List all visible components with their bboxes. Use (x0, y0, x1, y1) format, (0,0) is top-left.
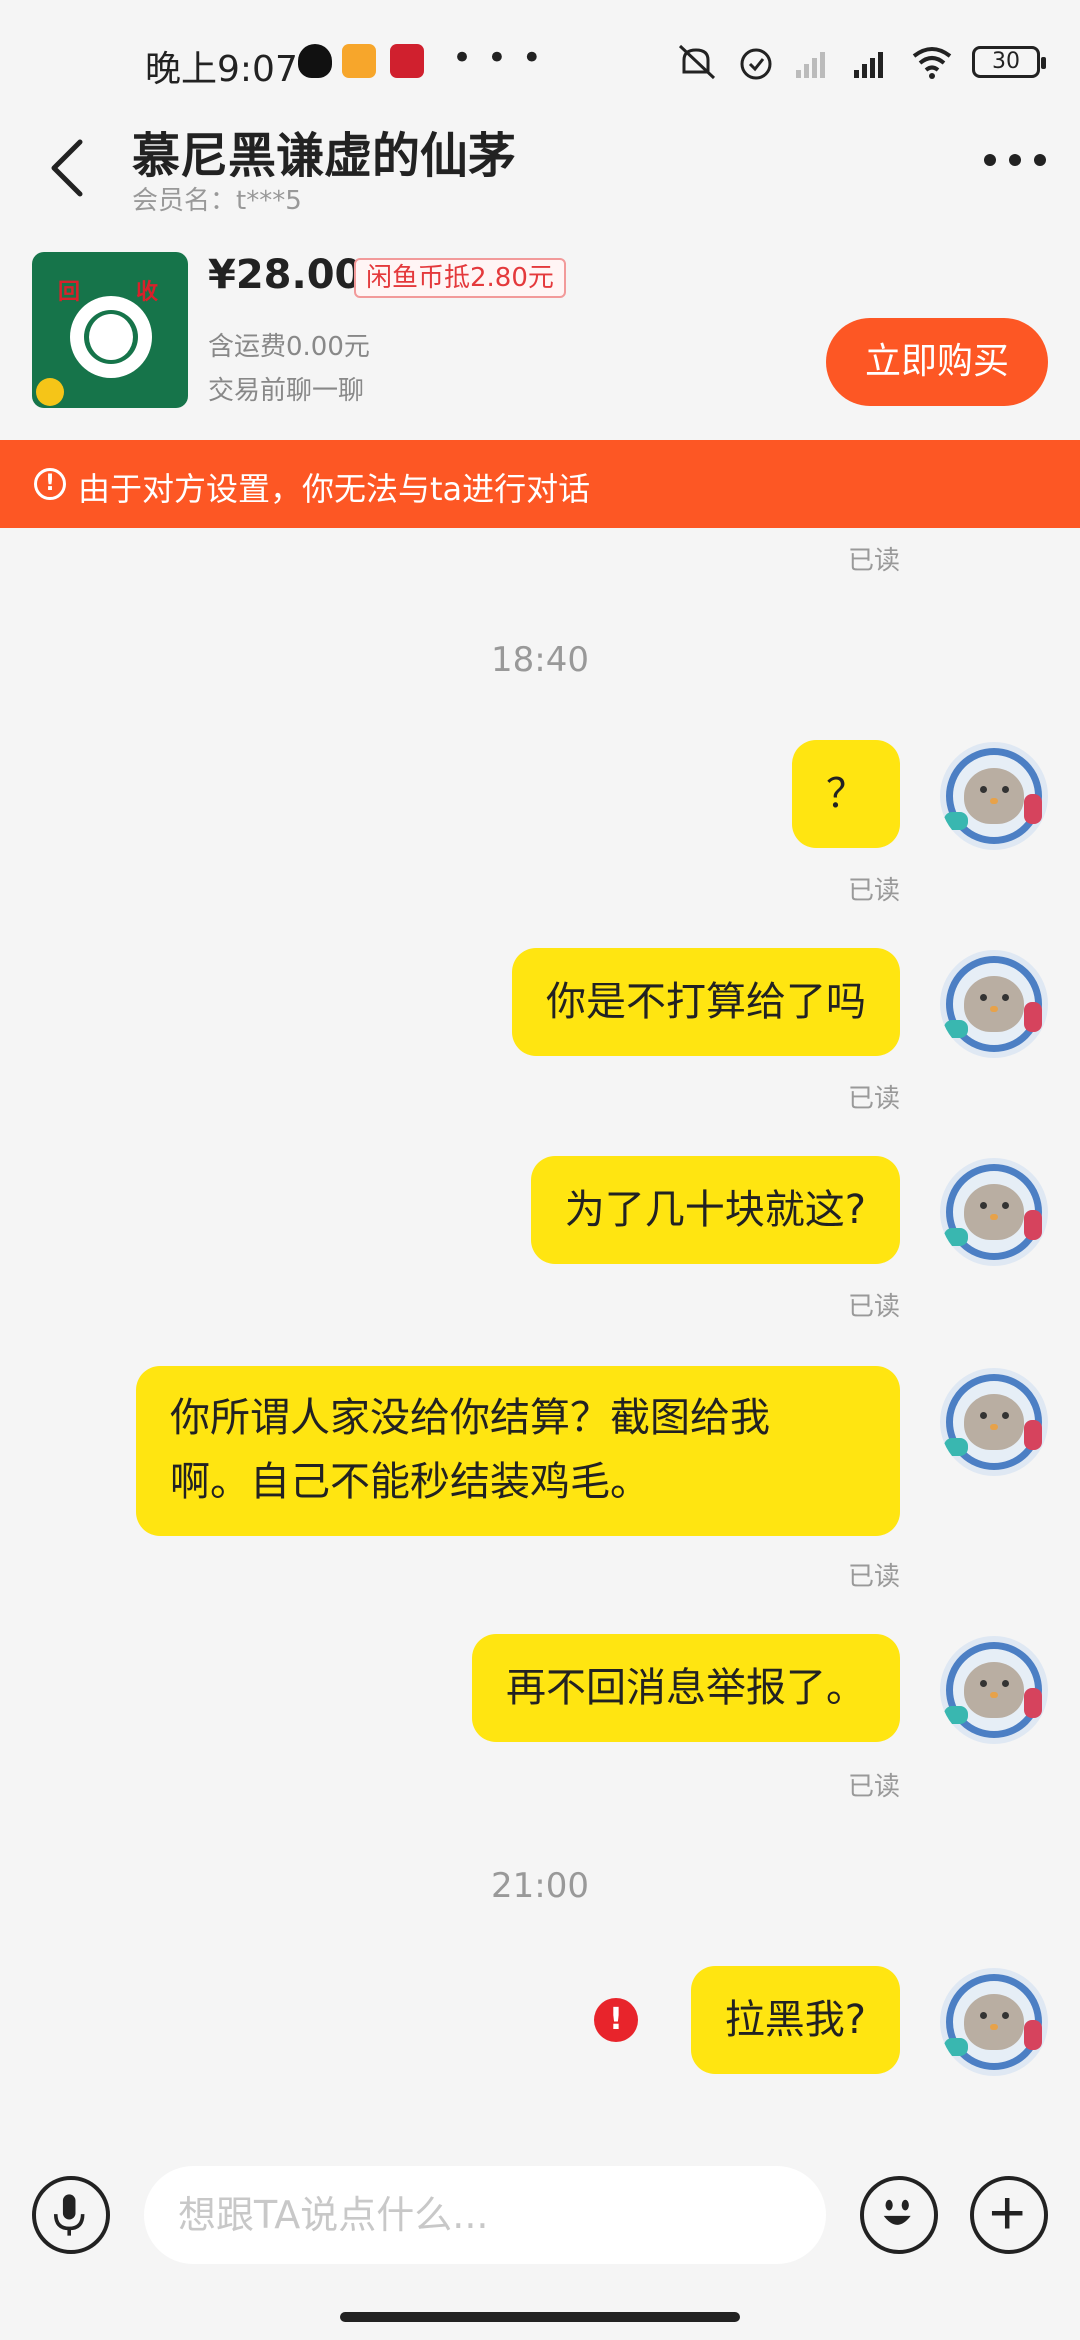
chat-header: 慕尼黑谦虚的仙茅 会员名：t***5 (0, 100, 1080, 230)
warning-icon: ! (34, 468, 66, 500)
chat-screen: 晚上9:07 • • • 30 慕尼黑谦虚的仙茅 会员名：t***5 回 收 ¥… (0, 0, 1080, 2340)
more-options-icon[interactable] (980, 140, 1050, 180)
message-input[interactable]: 想跟TA说点什么... (144, 2166, 826, 2264)
read-receipt: 已读 (847, 1292, 900, 1322)
message-bubble[interactable]: 再不回消息举报了。 (472, 1634, 900, 1742)
qq-icon (298, 44, 332, 78)
thumb-text-right: 收 (136, 280, 159, 305)
message-bubble[interactable]: 你所谓人家没给你结算？截图给我 啊。自己不能秒结装鸡毛。 (136, 1366, 900, 1536)
home-indicator[interactable] (340, 2312, 740, 2322)
shipping-fee: 含运费0.00元 (208, 332, 370, 362)
user-avatar[interactable] (940, 742, 1048, 850)
read-receipt: 已读 (847, 1772, 900, 1802)
user-avatar[interactable] (940, 1158, 1048, 1266)
user-avatar[interactable] (940, 1636, 1048, 1744)
user-avatar[interactable] (940, 950, 1048, 1058)
message-line: 啊。自己不能秒结装鸡毛。 (170, 1459, 650, 1505)
message-bubble[interactable]: 你是不打算给了吗 (512, 948, 900, 1056)
microphone-icon[interactable] (32, 2176, 110, 2254)
buy-now-button[interactable]: 立即购买 (826, 318, 1048, 406)
blocked-warning-banner: ! 由于对方设置，你无法与ta进行对话 (0, 440, 1080, 528)
message-bubble[interactable]: 为了几十块就这? (530, 1156, 900, 1264)
back-arrow-icon[interactable] (38, 128, 98, 208)
read-receipt: 已读 (847, 876, 900, 906)
message-app-icon (342, 44, 376, 78)
message-line: 你所谓人家没给你结算？截图给我 (170, 1395, 770, 1441)
product-thumbnail[interactable]: 回 收 (32, 252, 188, 408)
signal-sim2-icon (796, 52, 825, 78)
contact-name: 慕尼黑谦虚的仙茅 (132, 128, 517, 184)
warning-text: 由于对方设置，你无法与ta进行对话 (78, 470, 591, 508)
more-notifications-icon: • • • (452, 38, 544, 78)
siren-face (89, 314, 133, 360)
plus-icon[interactable] (970, 2176, 1048, 2254)
status-time: 晚上9:07 (145, 49, 298, 90)
message-bubble[interactable]: 拉黑我? (690, 1966, 900, 2074)
mute-icon (678, 44, 716, 80)
input-bar: 想跟TA说点什么... (0, 2160, 1080, 2268)
product-card: 回 收 ¥28.00 闲鱼币抵2.80元 含运费0.00元 交易前聊一聊 立即购… (0, 240, 1080, 440)
message-bubble[interactable]: ？ (792, 740, 900, 848)
signal-icon (854, 52, 883, 78)
coin-discount-badge: 闲鱼币抵2.80元 (354, 258, 566, 298)
emoji-sticker-icon (36, 378, 64, 406)
price: ¥28.00 (208, 252, 363, 298)
shopping-app-icon (390, 44, 424, 78)
battery-icon: 30 (972, 46, 1046, 78)
timestamp: 21:00 (491, 1866, 589, 1906)
send-failed-icon[interactable]: ! (594, 1998, 638, 2042)
timestamp: 18:40 (491, 640, 589, 680)
status-right: 30 (674, 40, 1046, 84)
user-avatar[interactable] (940, 1968, 1048, 2076)
user-avatar[interactable] (940, 1368, 1048, 1476)
thumb-text-left: 回 (58, 280, 81, 305)
read-receipt: 已读 (847, 1562, 900, 1592)
read-receipt: 已读 (847, 546, 900, 576)
chat-prompt: 交易前聊一聊 (208, 376, 365, 406)
emoji-icon[interactable] (860, 2176, 938, 2254)
wifi-icon (912, 47, 952, 79)
member-id: 会员名：t***5 (132, 186, 302, 216)
alarm-icon (740, 48, 772, 80)
read-receipt: 已读 (847, 1084, 900, 1114)
